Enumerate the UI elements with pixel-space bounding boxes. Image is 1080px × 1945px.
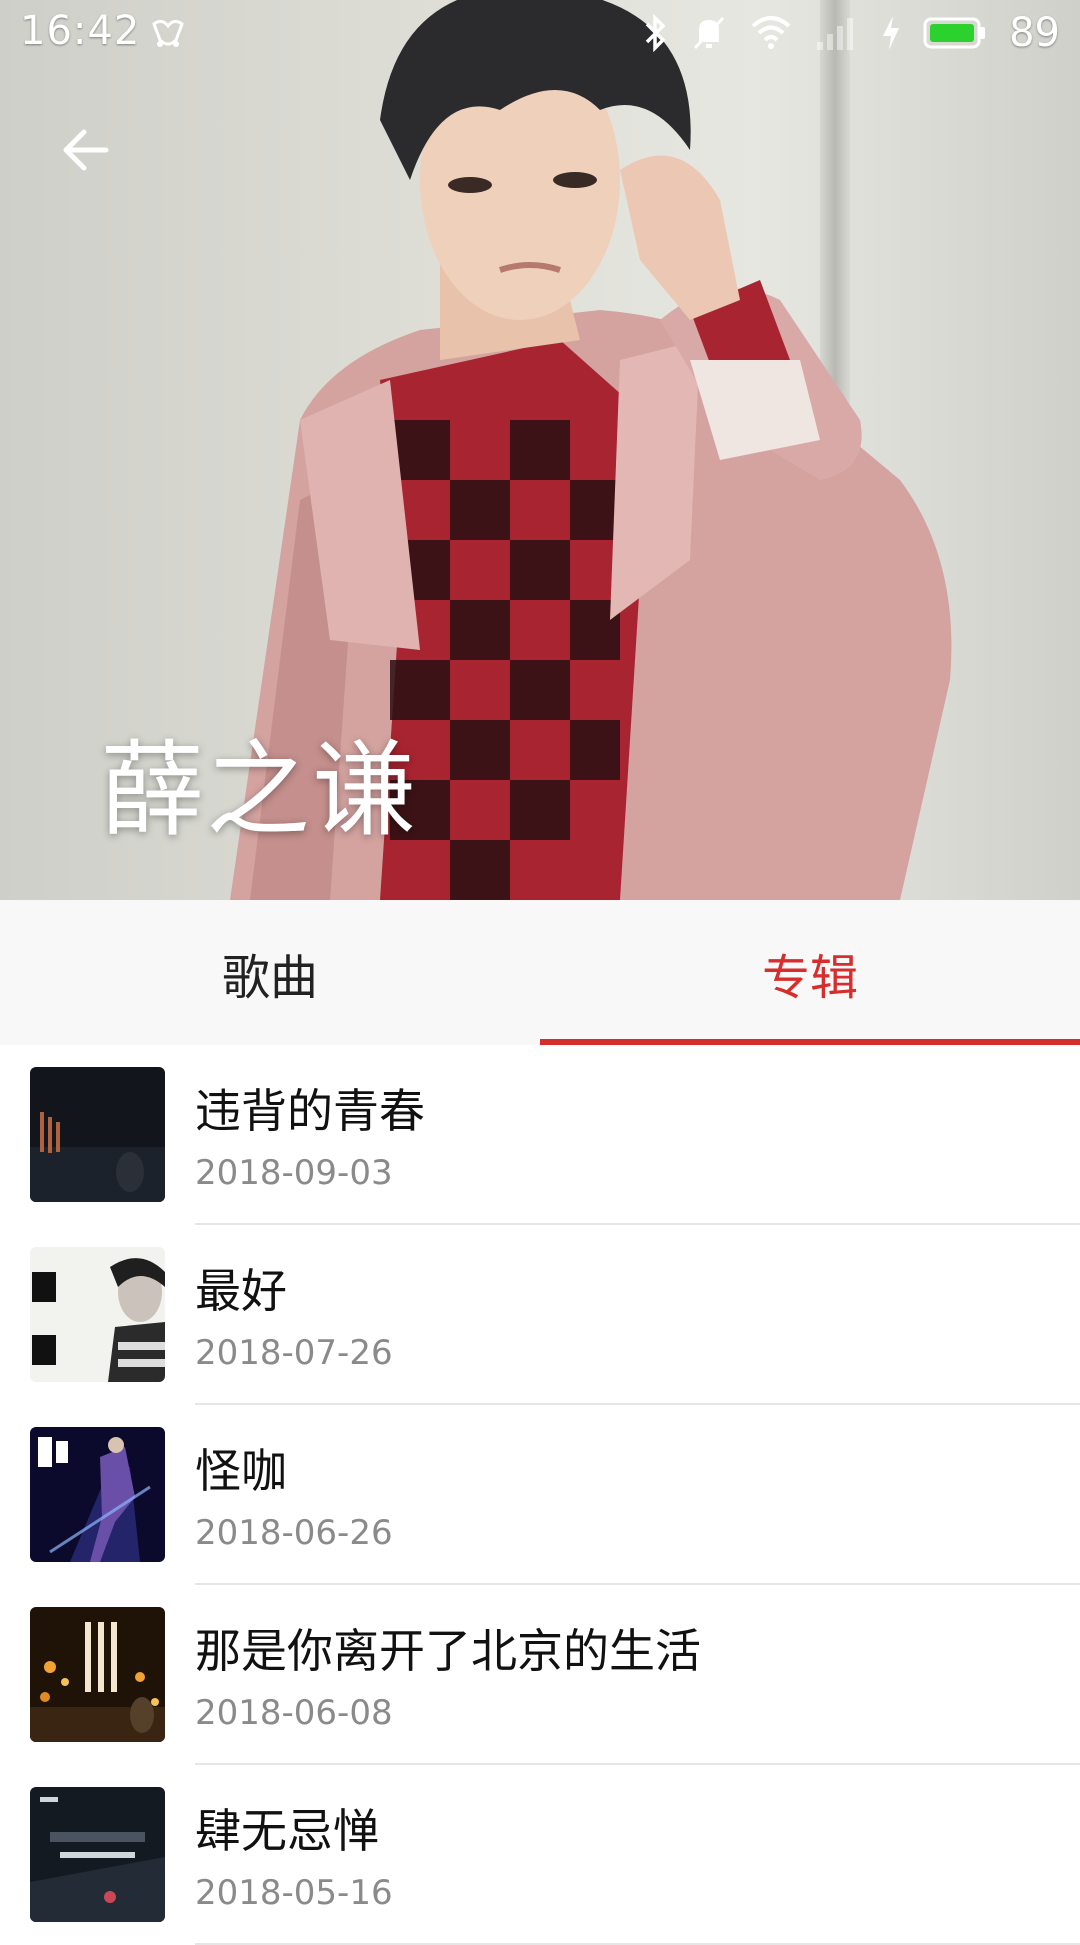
album-date: 2018-06-26 bbox=[195, 1513, 393, 1553]
album-cover bbox=[30, 1247, 165, 1382]
status-bar: 16:42 89 bbox=[0, 0, 1080, 66]
album-title: 违背的青春 bbox=[195, 1084, 425, 1138]
album-cover bbox=[30, 1067, 165, 1202]
signal-icon bbox=[815, 14, 859, 52]
list-item[interactable]: 违背的青春 2018-09-03 bbox=[0, 1045, 1080, 1225]
album-date: 2018-06-08 bbox=[195, 1693, 393, 1733]
album-cover bbox=[30, 1607, 165, 1742]
status-time: 16:42 bbox=[20, 8, 141, 54]
tab-bar: 歌曲 专辑 bbox=[0, 900, 1080, 1045]
tab-albums[interactable]: 专辑 bbox=[540, 900, 1080, 1045]
mute-icon bbox=[691, 14, 727, 52]
artist-name: 薛之谦 bbox=[100, 729, 419, 851]
battery-icon bbox=[923, 14, 987, 52]
list-item[interactable]: 那是你离开了北京的生活 2018-06-08 bbox=[0, 1585, 1080, 1765]
list-item[interactable]: 肆无忌惮 2018-05-16 bbox=[0, 1765, 1080, 1945]
charging-icon bbox=[881, 14, 901, 52]
album-title: 那是你离开了北京的生活 bbox=[195, 1624, 701, 1678]
list-item[interactable]: 最好 2018-07-26 bbox=[0, 1225, 1080, 1405]
list-item[interactable]: 怪咖 2018-06-26 bbox=[0, 1405, 1080, 1585]
album-date: 2018-07-26 bbox=[195, 1333, 393, 1373]
artist-header-photo: 16:42 89 薛之谦 bbox=[0, 0, 1080, 900]
status-icons: 89 bbox=[643, 10, 1060, 56]
album-list: 违背的青春 2018-09-03 最好 2018-07-26 怪咖 2018-0… bbox=[0, 1045, 1080, 1945]
tab-songs[interactable]: 歌曲 bbox=[0, 900, 540, 1045]
album-date: 2018-05-16 bbox=[195, 1873, 393, 1913]
notification-app-icon bbox=[150, 16, 186, 54]
tab-songs-label: 歌曲 bbox=[221, 949, 318, 1006]
album-title: 肆无忌惮 bbox=[195, 1804, 379, 1858]
back-button[interactable] bbox=[50, 115, 120, 185]
album-cover bbox=[30, 1427, 165, 1562]
arrow-left-icon bbox=[63, 129, 109, 171]
bluetooth-icon bbox=[643, 14, 669, 52]
album-date: 2018-09-03 bbox=[195, 1153, 393, 1193]
album-title: 最好 bbox=[195, 1264, 287, 1318]
tab-albums-label: 专辑 bbox=[761, 949, 858, 1006]
album-title: 怪咖 bbox=[195, 1444, 287, 1498]
wifi-icon bbox=[749, 14, 793, 52]
battery-level: 89 bbox=[1009, 10, 1060, 56]
album-cover bbox=[30, 1787, 165, 1922]
